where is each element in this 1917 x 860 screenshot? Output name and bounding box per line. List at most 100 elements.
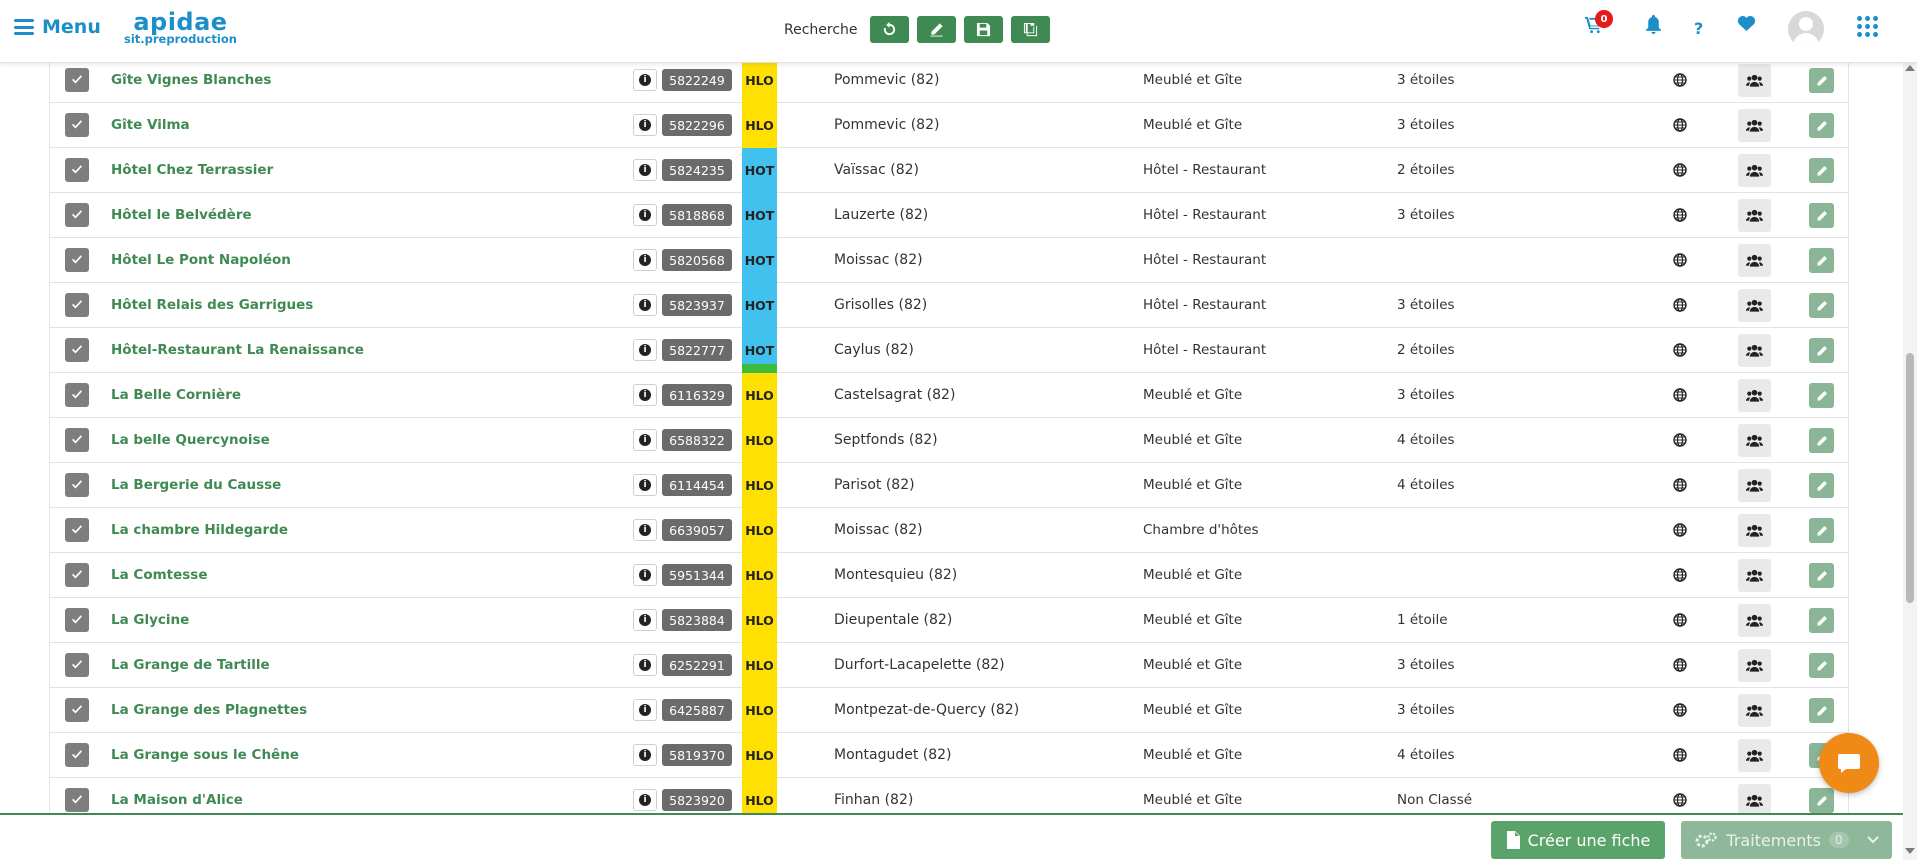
save-search-button[interactable]: [963, 16, 1003, 43]
contacts-button[interactable]: [1738, 694, 1771, 727]
info-button[interactable]: i: [633, 519, 657, 541]
record-name-link[interactable]: La Glycine: [111, 612, 189, 628]
scroll-up-arrow-icon[interactable]: [1904, 63, 1916, 73]
row-checkbox[interactable]: [65, 518, 89, 542]
contacts-button[interactable]: [1738, 109, 1771, 142]
edit-record-button[interactable]: [1809, 653, 1834, 678]
globe-icon[interactable]: [1673, 793, 1687, 807]
record-id-badge[interactable]: 5823884: [662, 609, 732, 631]
row-checkbox[interactable]: [65, 608, 89, 632]
record-id-badge[interactable]: 5822296: [662, 114, 732, 136]
info-button[interactable]: i: [633, 384, 657, 406]
edit-record-button[interactable]: [1809, 608, 1834, 633]
edit-record-button[interactable]: [1809, 158, 1834, 183]
info-button[interactable]: i: [633, 564, 657, 586]
record-id-badge[interactable]: 6252291: [662, 654, 732, 676]
table-row[interactable]: La Comtesse i 5951344 HLO Montesquieu (8…: [50, 553, 1848, 598]
record-name-link[interactable]: Hôtel-Restaurant La Renaissance: [111, 342, 364, 358]
grid-icon[interactable]: [1857, 16, 1879, 38]
row-checkbox[interactable]: [65, 113, 89, 137]
globe-icon[interactable]: [1673, 703, 1687, 717]
record-id-badge[interactable]: 5824235: [662, 159, 732, 181]
edit-record-button[interactable]: [1809, 518, 1834, 543]
help-button[interactable]: ?: [1694, 19, 1703, 38]
info-button[interactable]: i: [633, 744, 657, 766]
record-id-badge[interactable]: 6639057: [662, 519, 732, 541]
edit-record-button[interactable]: [1809, 338, 1834, 363]
info-button[interactable]: i: [633, 654, 657, 676]
treatments-button[interactable]: Traitements 0: [1681, 821, 1892, 859]
record-id-badge[interactable]: 6425887: [662, 699, 732, 721]
edit-record-button[interactable]: [1809, 293, 1834, 318]
table-row[interactable]: Hôtel Chez Terrassier i 5824235 HOT Vaïs…: [50, 148, 1848, 193]
contacts-button[interactable]: [1738, 424, 1771, 457]
record-id-badge[interactable]: 5951344: [662, 564, 732, 586]
record-name-link[interactable]: La Comtesse: [111, 567, 208, 583]
apidae-logo[interactable]: apidae sit.preproduction: [124, 10, 237, 46]
row-checkbox[interactable]: [65, 338, 89, 362]
table-row[interactable]: La Glycine i 5823884 HLO Dieupentale (82…: [50, 598, 1848, 643]
info-button[interactable]: i: [633, 294, 657, 316]
record-name-link[interactable]: La Belle Cornière: [111, 387, 241, 403]
vertical-scrollbar[interactable]: [1903, 63, 1917, 860]
globe-icon[interactable]: [1673, 433, 1687, 447]
contacts-button[interactable]: [1738, 334, 1771, 367]
record-name-link[interactable]: La Grange des Plagnettes: [111, 702, 307, 718]
cart-button[interactable]: 0: [1584, 10, 1613, 38]
edit-record-button[interactable]: [1809, 383, 1834, 408]
contacts-button[interactable]: [1738, 469, 1771, 502]
contacts-button[interactable]: [1738, 379, 1771, 412]
record-name-link[interactable]: Hôtel Le Pont Napoléon: [111, 252, 291, 268]
record-name-link[interactable]: La Bergerie du Causse: [111, 477, 281, 493]
info-button[interactable]: i: [633, 339, 657, 361]
row-checkbox[interactable]: [65, 788, 89, 812]
scroll-down-arrow-icon[interactable]: [1904, 846, 1916, 856]
record-id-badge[interactable]: 6588322: [662, 429, 732, 451]
user-avatar[interactable]: [1788, 11, 1824, 47]
row-checkbox[interactable]: [65, 743, 89, 767]
table-row[interactable]: Hôtel-Restaurant La Renaissance i 582277…: [50, 328, 1848, 373]
contacts-button[interactable]: [1738, 199, 1771, 232]
contacts-button[interactable]: [1738, 559, 1771, 592]
table-row[interactable]: La Bergerie du Causse i 6114454 HLO Pari…: [50, 463, 1848, 508]
record-id-badge[interactable]: 5823920: [662, 789, 732, 811]
info-button[interactable]: i: [633, 474, 657, 496]
contacts-button[interactable]: [1738, 649, 1771, 682]
record-name-link[interactable]: Gîte Vignes Blanches: [111, 72, 271, 88]
copy-search-button[interactable]: [1010, 16, 1050, 43]
globe-icon[interactable]: [1673, 163, 1687, 177]
globe-icon[interactable]: [1673, 658, 1687, 672]
row-checkbox[interactable]: [65, 293, 89, 317]
info-button[interactable]: i: [633, 609, 657, 631]
favorites-button[interactable]: [1737, 15, 1756, 36]
edit-record-button[interactable]: [1809, 428, 1834, 453]
record-name-link[interactable]: Hôtel Relais des Garrigues: [111, 297, 313, 313]
table-row[interactable]: Hôtel le Belvédère i 5818868 HOT Lauzert…: [50, 193, 1848, 238]
contacts-button[interactable]: [1738, 289, 1771, 322]
info-button[interactable]: i: [633, 429, 657, 451]
record-name-link[interactable]: La Grange sous le Chêne: [111, 747, 299, 763]
table-row[interactable]: Gîte Vignes Blanches i 5822249 HLO Pomme…: [50, 63, 1848, 103]
contacts-button[interactable]: [1738, 604, 1771, 637]
info-button[interactable]: i: [633, 699, 657, 721]
notifications-button[interactable]: [1645, 15, 1662, 38]
record-name-link[interactable]: La belle Quercynoise: [111, 432, 270, 448]
edit-record-button[interactable]: [1809, 203, 1834, 228]
edit-record-button[interactable]: [1809, 248, 1834, 273]
record-id-badge[interactable]: 5819370: [662, 744, 732, 766]
globe-icon[interactable]: [1673, 208, 1687, 222]
globe-icon[interactable]: [1673, 298, 1687, 312]
table-row[interactable]: La Grange des Plagnettes i 6425887 HLO M…: [50, 688, 1848, 733]
record-id-badge[interactable]: 5823937: [662, 294, 732, 316]
edit-record-button[interactable]: [1809, 68, 1834, 93]
record-id-badge[interactable]: 5822249: [662, 69, 732, 91]
edit-record-button[interactable]: [1809, 113, 1834, 138]
table-row[interactable]: La belle Quercynoise i 6588322 HLO Septf…: [50, 418, 1848, 463]
record-id-badge[interactable]: 6114454: [662, 474, 732, 496]
record-name-link[interactable]: La chambre Hildegarde: [111, 522, 288, 538]
globe-icon[interactable]: [1673, 118, 1687, 132]
edit-search-button[interactable]: [916, 16, 956, 43]
row-checkbox[interactable]: [65, 428, 89, 452]
table-row[interactable]: La Maison d'Alice i 5823920 HLO Finhan (…: [50, 778, 1848, 813]
record-id-badge[interactable]: 5818868: [662, 204, 732, 226]
